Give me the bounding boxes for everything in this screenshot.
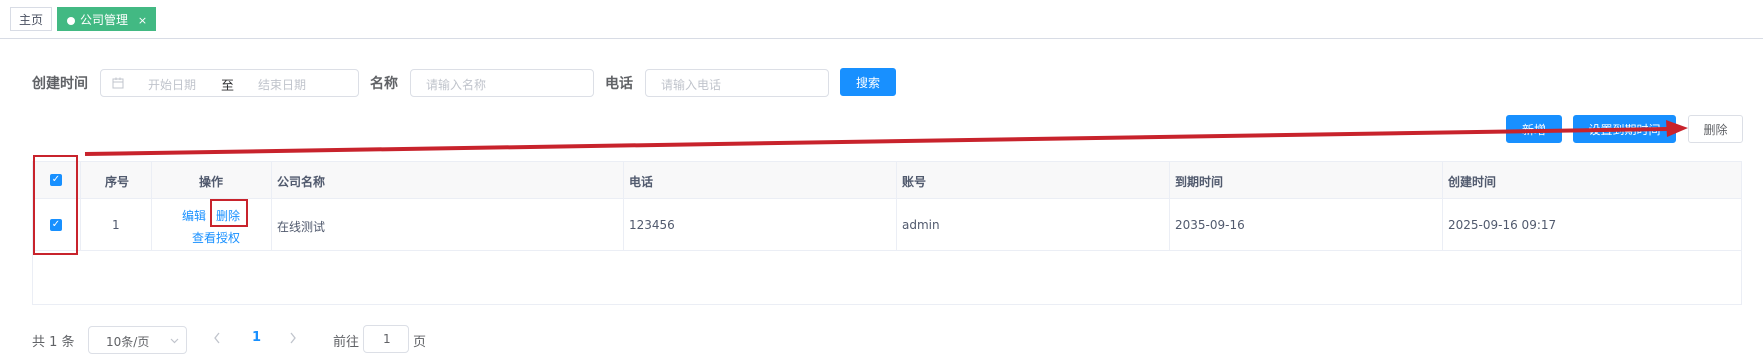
annotation-arrow — [84, 120, 1688, 156]
page-size-value: 10条/页 — [106, 335, 150, 349]
pagination-total: 共 1 条 — [32, 335, 75, 350]
page-suffix: 页 — [413, 335, 427, 350]
chevron-down-icon — [170, 338, 179, 344]
chevron-left-icon[interactable] — [213, 332, 221, 344]
goto-page-value: 1 — [383, 332, 391, 346]
page-size-select[interactable]: 10条/页 — [88, 326, 187, 354]
goto-page-input[interactable]: 1 — [363, 325, 409, 353]
chevron-right-icon[interactable] — [289, 332, 297, 344]
current-page[interactable]: 1 — [252, 330, 261, 345]
goto-label: 前往 — [333, 335, 360, 350]
